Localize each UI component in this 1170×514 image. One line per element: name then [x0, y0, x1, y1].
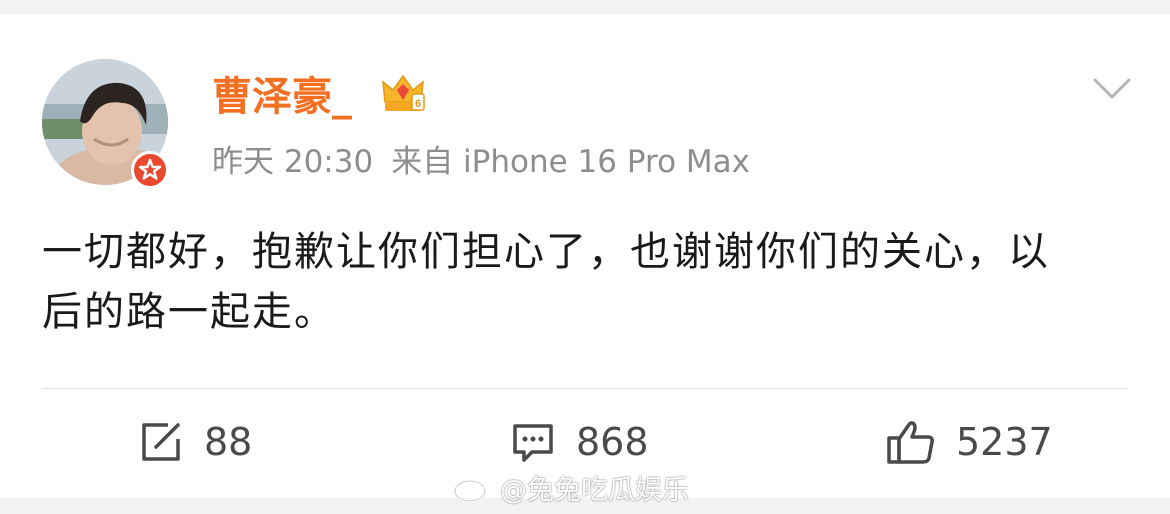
repost-count: 88 — [204, 420, 253, 464]
like-button[interactable]: 5237 — [886, 416, 1053, 468]
watermark: @兔兔吃瓜娱乐 — [452, 470, 689, 506]
post-source[interactable]: 来自 iPhone 16 Pro Max — [391, 144, 750, 180]
top-strip — [0, 0, 1170, 14]
repost-icon — [142, 423, 180, 461]
post-text: 一切都好，抱歉让你们担心了，也谢谢你们的关心，以后的路一起走。 — [42, 229, 1050, 335]
thumbs-up-icon — [887, 421, 934, 464]
post-timestamp: 昨天 20:30 — [212, 144, 374, 180]
comment-icon — [513, 424, 553, 462]
verified-badge-icon — [131, 151, 169, 189]
weibo-logo-icon — [453, 475, 494, 503]
chevron-down-icon[interactable] — [1092, 75, 1132, 103]
crown-icon[interactable]: 6 — [380, 72, 426, 118]
watermark-text: @兔兔吃瓜娱乐 — [500, 474, 689, 506]
comment-count: 868 — [576, 420, 649, 464]
post-meta: 昨天 20:30 来自 iPhone 16 Pro Max — [212, 142, 750, 182]
repost-button[interactable]: 88 — [138, 416, 252, 468]
divider — [42, 388, 1128, 389]
username[interactable]: 曹泽豪_ — [212, 72, 352, 122]
svg-text:6: 6 — [415, 98, 421, 110]
comment-button[interactable]: 868 — [510, 416, 649, 468]
like-count: 5237 — [956, 420, 1053, 464]
